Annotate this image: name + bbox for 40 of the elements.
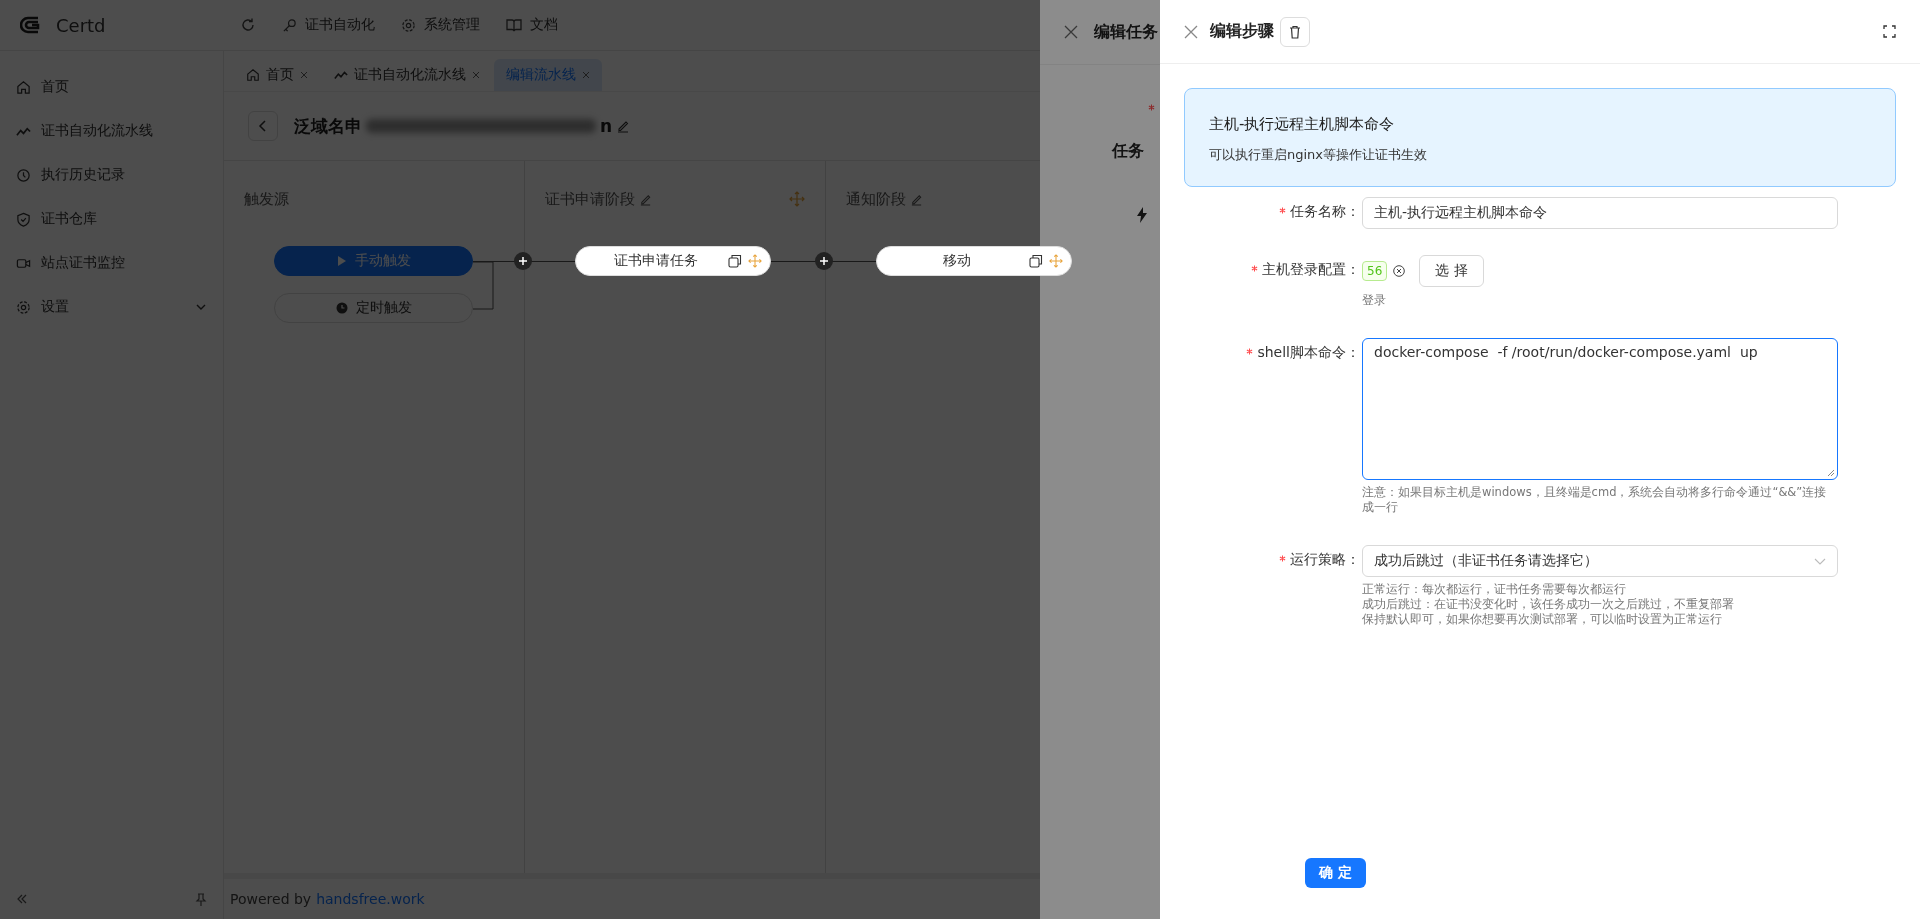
sidebar-item[interactable]: 首页 <box>0 65 223 109</box>
powered-by-text: Powered by <box>230 891 312 907</box>
field-label: 任务 <box>1112 140 1144 162</box>
field-label: 任务名称： <box>1290 203 1360 221</box>
app-name: Certd <box>56 14 106 36</box>
tab[interactable]: 首页 <box>234 59 320 91</box>
sidebar-item[interactable]: 站点证书监控 <box>0 241 223 285</box>
alert-description: 可以执行重启nginx等操作让证书生效 <box>1209 146 1429 164</box>
nav-link[interactable]: 系统管理 <box>401 16 480 34</box>
help-text: 登录 <box>1362 293 1387 308</box>
help-text: 保持默认即可，如果你想要再次测试部署，可以临时设置为正常运行 <box>1362 612 1723 627</box>
task-node[interactable]: 证书申请任务 <box>575 246 771 276</box>
script-textarea[interactable]: docker-compose -f /root/run/docker-compose.yaml up <box>1362 338 1838 480</box>
drawer-title: 编辑任务 <box>1094 21 1158 43</box>
sidebar-item[interactable]: 证书仓库 <box>0 197 223 241</box>
sidebar-item[interactable]: 证书自动化流水线 <box>0 109 223 153</box>
nav-link[interactable]: 文档 <box>506 16 558 34</box>
trigger-button[interactable]: 定时触发 <box>274 293 473 323</box>
help-text: 成功后跳过：在证书没变化时，该任务成功一次之后跳过，不重复部署 <box>1362 597 1735 612</box>
trigger-button[interactable]: 手动触发 <box>274 246 473 276</box>
footer-link[interactable]: handsfree.work <box>316 891 425 907</box>
field-label: shell脚本命令： <box>1257 344 1360 362</box>
task-name-field[interactable]: 主机-执行远程主机脚本命令 <box>1362 197 1838 229</box>
alert-title: 主机-执行远程主机脚本命令 <box>1209 115 1396 134</box>
field-label: 主机登录配置： <box>1262 261 1360 279</box>
sidebar-item[interactable]: 设置 <box>0 285 223 329</box>
help-text: 注意：如果目标主机是windows，且终端是cmd，系统会自动将多行命令通过“&&”连接成一行 <box>1362 485 1828 515</box>
strategy-select[interactable]: 成功后跳过（非证书任务请选择它） <box>1362 545 1838 577</box>
confirm-button[interactable]: 确 定 <box>1305 858 1366 888</box>
drawer-title: 编辑步骤 <box>1210 21 1274 42</box>
help-text: 正常运行：每次都运行，证书任务需要每次都运行 <box>1362 582 1627 597</box>
sidebar-item[interactable]: 执行历史记录 <box>0 153 223 197</box>
select-button[interactable]: 选 择 <box>1419 255 1484 287</box>
tab[interactable]: 证书自动化流水线 <box>322 59 492 91</box>
access-tag: 56 <box>1362 261 1388 281</box>
nav-link[interactable]: 证书自动化 <box>282 16 375 34</box>
pipeline-title: 泛域名申 <box>294 114 362 138</box>
field-label: 运行策略： <box>1290 551 1360 569</box>
task-node[interactable]: 移动 <box>876 246 1072 276</box>
pipeline-title-end: n <box>600 116 613 136</box>
